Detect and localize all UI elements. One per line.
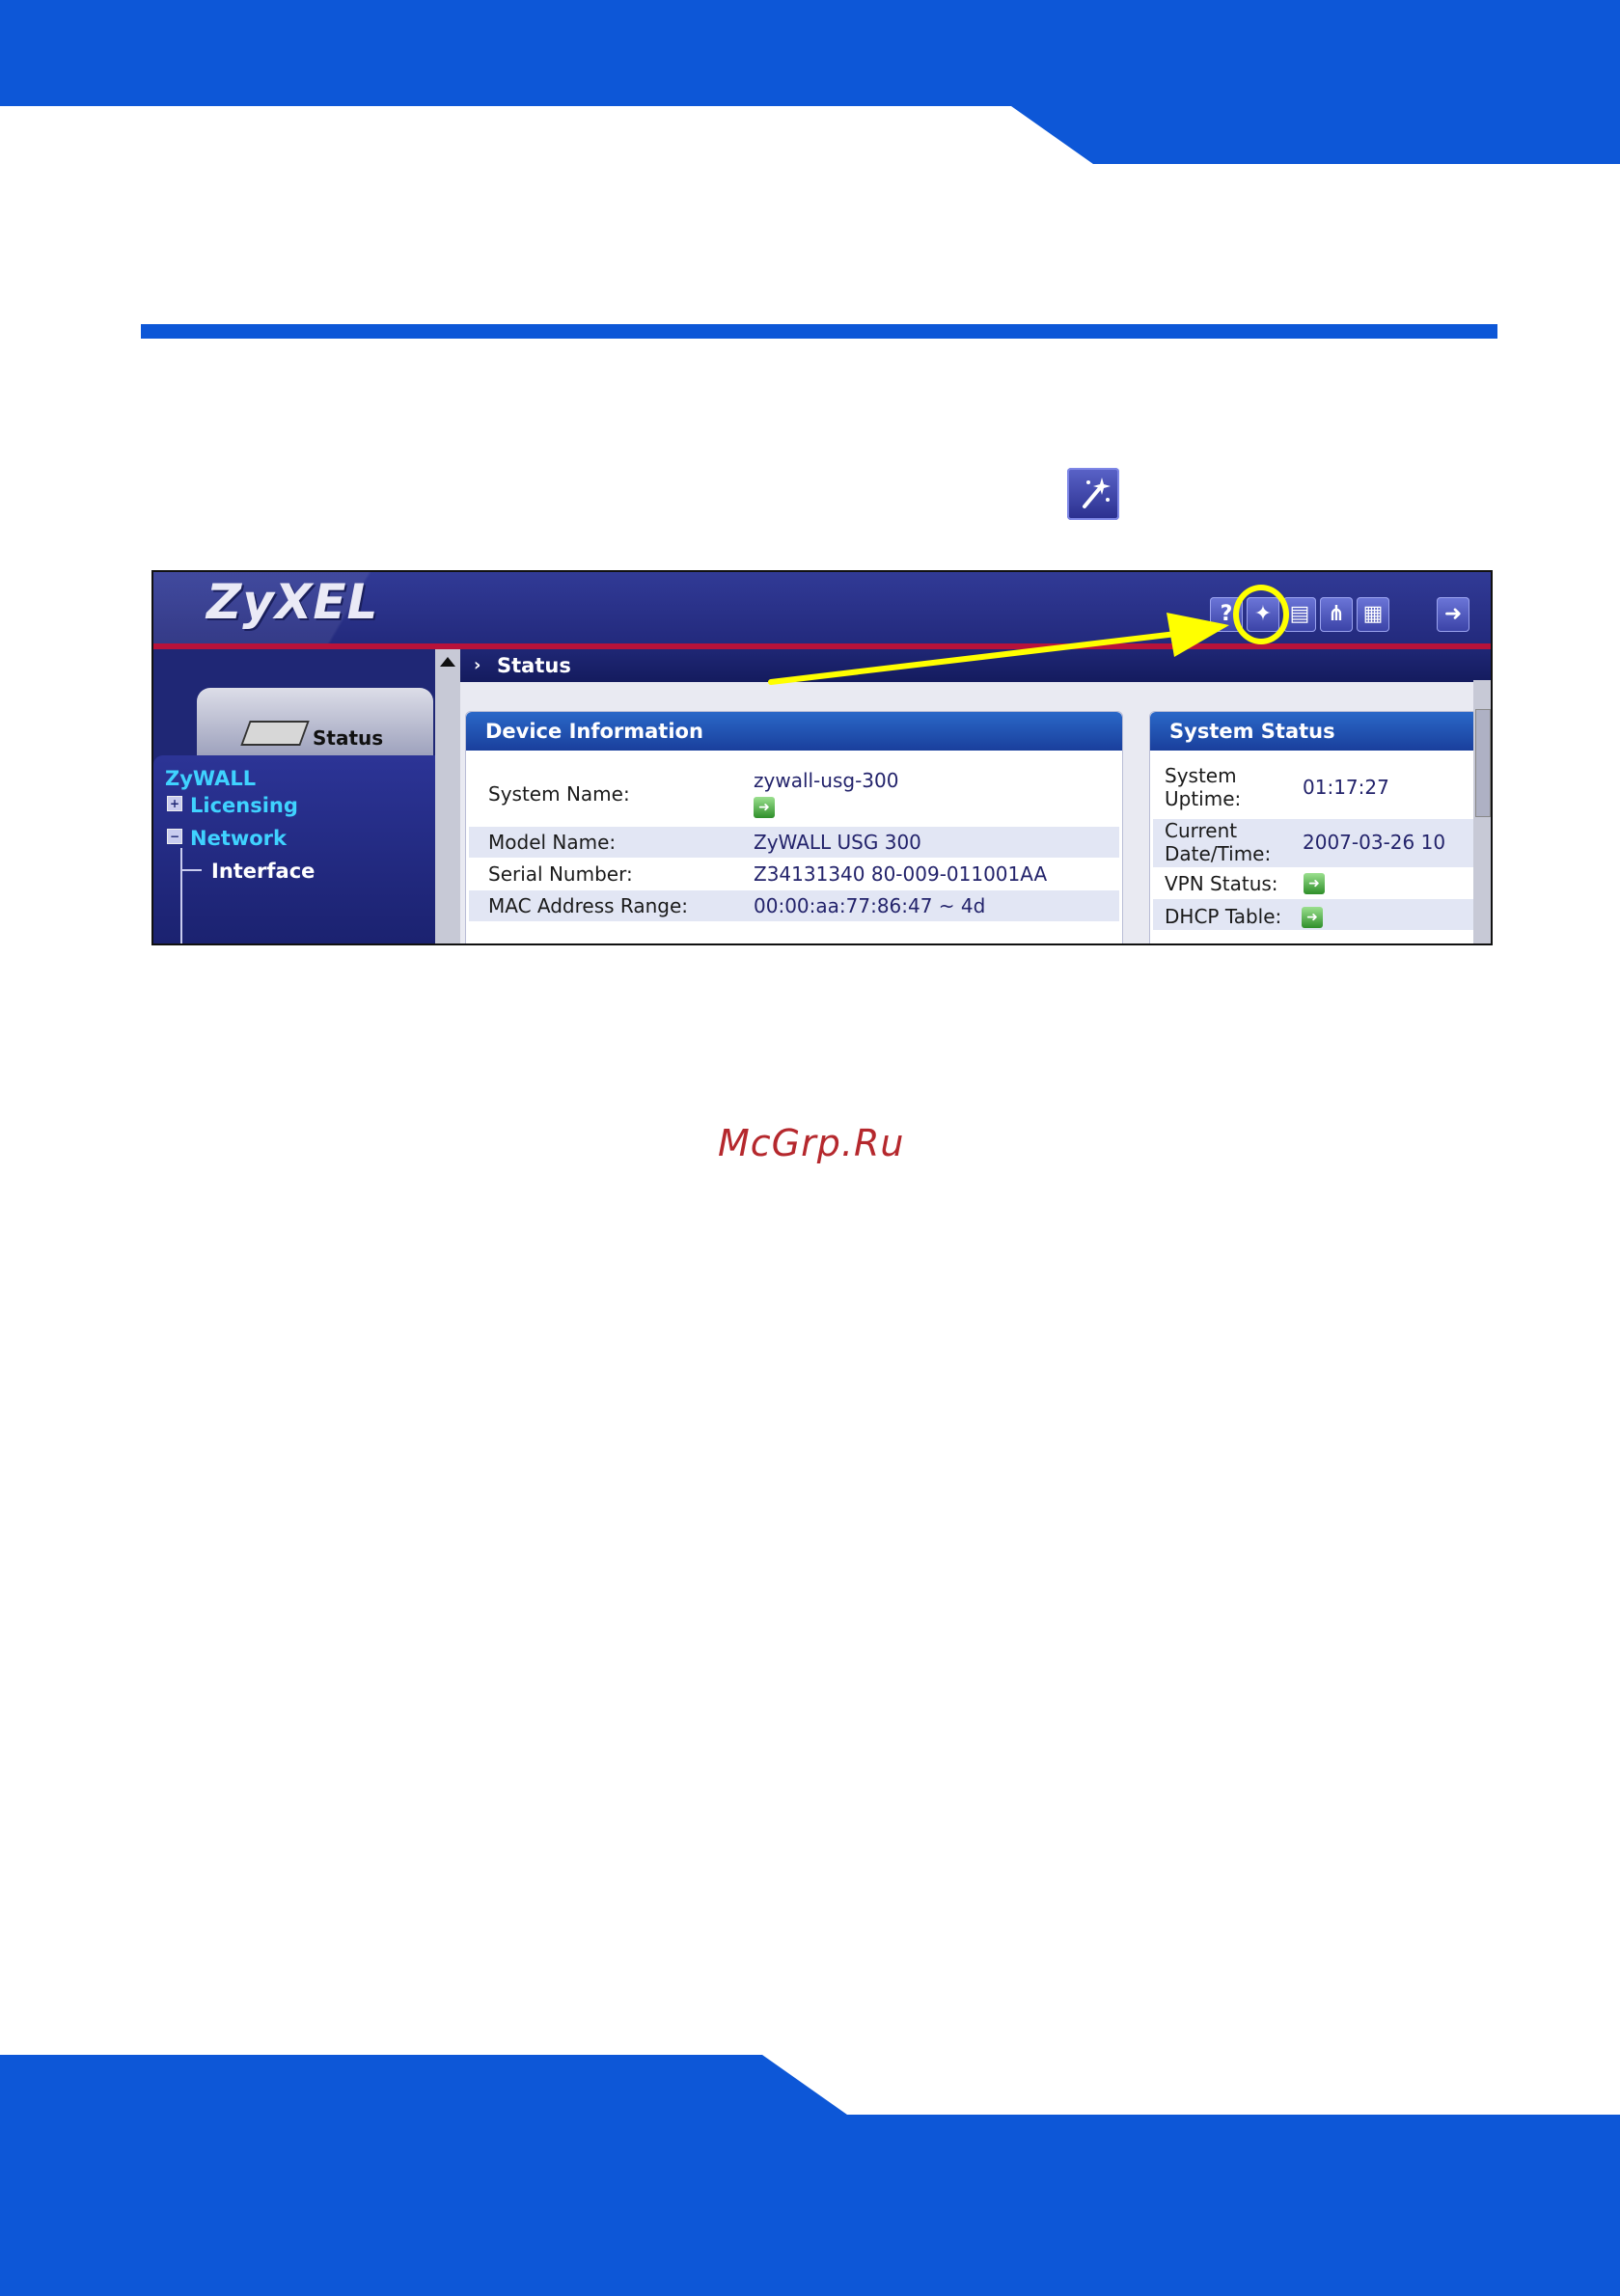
device-information-title: Device Information bbox=[485, 720, 703, 743]
wizard-highlight-circle bbox=[1233, 585, 1289, 644]
expand-icon[interactable]: + bbox=[167, 796, 182, 811]
system-name-label: System Name: bbox=[488, 782, 630, 806]
nav-root-zywall[interactable]: ZyWALL bbox=[165, 767, 256, 790]
nav-scrollbar[interactable] bbox=[435, 649, 460, 943]
wizard-icon bbox=[1067, 468, 1119, 520]
table-row: Serial Number: Z34131340 80-009-011001AA bbox=[469, 859, 1119, 889]
status-tab-label: Status bbox=[313, 726, 384, 750]
configurator-header: ZyXEL ? ✦ ▤ ⋔ ▦ ➜ bbox=[153, 572, 1491, 643]
serial-number-label: Serial Number: bbox=[488, 862, 633, 886]
nav-item-network[interactable]: Network bbox=[190, 827, 287, 850]
topology-icon[interactable]: ⋔ bbox=[1320, 597, 1353, 632]
breadcrumb: › Status bbox=[460, 649, 1491, 682]
collapse-icon[interactable]: − bbox=[167, 829, 182, 844]
header-band bbox=[0, 0, 1620, 164]
datetime-value: 2007-03-26 10 bbox=[1303, 831, 1446, 854]
uptime-label-line2: Uptime: bbox=[1165, 787, 1242, 810]
tree-branch bbox=[180, 869, 202, 871]
logout-icon[interactable]: ➜ bbox=[1437, 597, 1469, 632]
serial-number-value: Z34131340 80-009-011001AA bbox=[754, 862, 1048, 886]
table-row: Model Name: ZyWALL USG 300 bbox=[469, 827, 1119, 858]
mac-range-label: MAC Address Range: bbox=[488, 894, 689, 917]
dhcp-table-label: DHCP Table: bbox=[1165, 905, 1282, 928]
model-name-label: Model Name: bbox=[488, 831, 617, 854]
table-row: VPN Status: ➜ bbox=[1153, 868, 1475, 899]
model-name-value: ZyWALL USG 300 bbox=[754, 831, 921, 854]
datetime-label-line2: Date/Time: bbox=[1165, 842, 1272, 865]
scroll-up-icon[interactable] bbox=[440, 657, 455, 667]
watermark: McGrp.Ru bbox=[718, 1122, 905, 1164]
zyxel-logo: ZyXEL bbox=[206, 574, 379, 630]
system-status-panel: System Status System Uptime: 01:17:27 Cu… bbox=[1149, 711, 1479, 943]
table-row: DHCP Table: ➜ bbox=[1153, 899, 1475, 930]
table-row: Current Date/Time: 2007-03-26 10 bbox=[1153, 819, 1475, 867]
mac-range-value: 00:00:aa:77:86:47 ~ 4d bbox=[754, 894, 986, 917]
title-rule bbox=[141, 324, 1497, 339]
table-row: MAC Address Range: 00:00:aa:77:86:47 ~ 4… bbox=[469, 890, 1119, 921]
nav-item-interface[interactable]: Interface bbox=[211, 860, 315, 883]
breadcrumb-title: Status bbox=[497, 654, 571, 677]
tree-line bbox=[180, 848, 182, 943]
main-content: › Status Device Information System Name:… bbox=[460, 649, 1491, 943]
navigation-panel: Status ZyWALL + Licensing − Network Inte… bbox=[153, 649, 435, 943]
table-row: System Uptime: 01:17:27 bbox=[1153, 760, 1475, 818]
nav-item-licensing[interactable]: Licensing bbox=[190, 794, 298, 817]
notes-icon[interactable]: ▦ bbox=[1357, 597, 1389, 632]
system-name-value: zywall-usg-300 bbox=[754, 769, 899, 792]
menu-panel: ZyWALL + Licensing − Network Interface bbox=[153, 755, 435, 943]
panel-header: Device Information bbox=[466, 712, 1122, 751]
uptime-value: 01:17:27 bbox=[1303, 776, 1389, 799]
scrollbar-thumb[interactable] bbox=[1475, 709, 1491, 817]
panel-header: System Status bbox=[1150, 712, 1478, 751]
vpn-status-label: VPN Status: bbox=[1165, 872, 1278, 895]
dhcp-arrow-icon[interactable]: ➜ bbox=[1302, 907, 1323, 928]
device-information-panel: Device Information System Name: zywall-u… bbox=[465, 711, 1123, 943]
edit-arrow-icon[interactable]: ➜ bbox=[754, 797, 775, 818]
device-icon bbox=[240, 721, 310, 746]
footer-band bbox=[0, 2055, 1620, 2296]
chevron-right-icon: › bbox=[474, 655, 481, 675]
uptime-label-line1: System bbox=[1165, 764, 1237, 787]
system-status-title: System Status bbox=[1169, 720, 1335, 743]
web-configurator-screenshot: ZyXEL ? ✦ ▤ ⋔ ▦ ➜ Status ZyWALL + Licens… bbox=[151, 570, 1493, 945]
datetime-label-line1: Current bbox=[1165, 819, 1238, 842]
table-row: System Name: zywall-usg-300 ➜ bbox=[469, 765, 1119, 823]
content-scrollbar[interactable] bbox=[1473, 680, 1491, 943]
vpn-arrow-icon[interactable]: ➜ bbox=[1304, 873, 1325, 894]
